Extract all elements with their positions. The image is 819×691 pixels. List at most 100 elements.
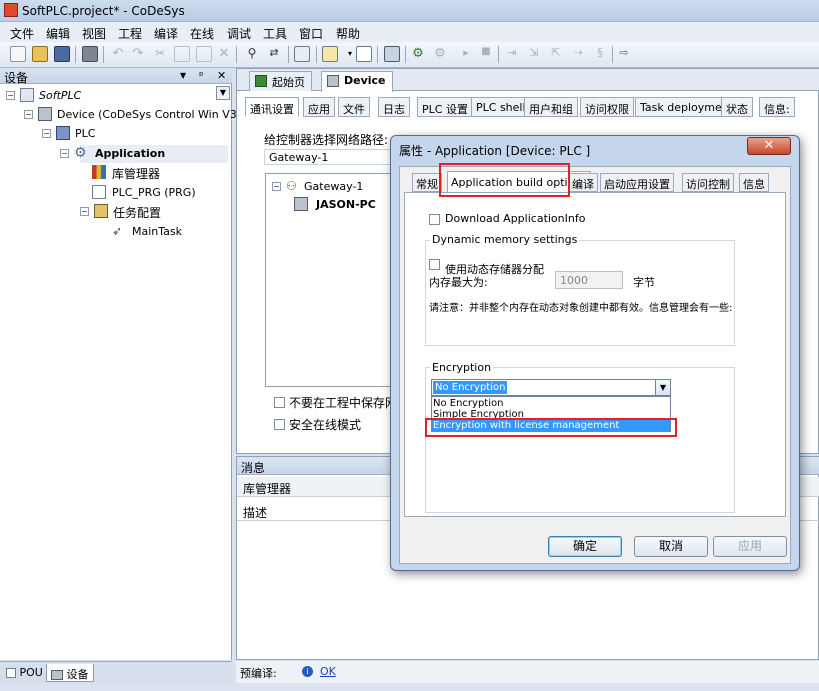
dialog-tab-access-control[interactable]: 访问控制 — [682, 173, 734, 192]
pane-close-icon[interactable]: ✕ — [217, 69, 226, 82]
dialog-tab-boot-settings[interactable]: 启动应用设置 — [600, 173, 674, 192]
tab-devices[interactable]: 设备 — [46, 664, 94, 682]
tree-item-device[interactable]: − Device (CoDeSys Control Win V3) — [24, 106, 241, 124]
collapse-icon[interactable]: − — [6, 91, 15, 100]
tree-item-plc-prg[interactable]: PLC_PRG (PRG) — [92, 184, 222, 202]
start-icon[interactable]: ▸ — [458, 46, 474, 62]
menu-project[interactable]: 工程 — [118, 25, 142, 42]
precompile-status-link[interactable]: OK — [320, 665, 336, 678]
replace-icon[interactable]: ⇄ — [266, 46, 282, 62]
tree-item-plc[interactable]: − PLC — [42, 125, 222, 143]
pin-icon[interactable]: ᵖ — [199, 69, 204, 82]
ok-button[interactable]: 确定 — [548, 536, 622, 557]
window-icon[interactable] — [294, 46, 310, 62]
menu-edit[interactable]: 编辑 — [46, 25, 70, 42]
annotation-box-license-encryption — [425, 418, 677, 437]
pou-icon — [6, 668, 16, 678]
info-icon: i — [302, 666, 313, 677]
safe-online-mode-checkbox[interactable] — [274, 419, 285, 430]
collapse-icon[interactable]: − — [272, 182, 281, 191]
menu-tools[interactable]: 工具 — [263, 25, 287, 42]
menu-window[interactable]: 窗口 — [299, 25, 323, 42]
tree-item-softplc[interactable]: − SoftPLC — [6, 87, 206, 105]
tab-device[interactable]: Device — [321, 71, 393, 92]
build-icon[interactable] — [384, 46, 400, 62]
redo-icon[interactable]: ↷ — [130, 46, 146, 62]
logout-icon[interactable]: ⚙ — [432, 46, 448, 62]
menu-view[interactable]: 视图 — [82, 25, 106, 42]
save-icon[interactable] — [54, 46, 70, 62]
subtab-access-rights[interactable]: 访问权限 — [580, 97, 634, 117]
pane-menu-chevron-icon[interactable]: ▼ — [180, 71, 186, 80]
tree-item-library-manager[interactable]: 库管理器 — [92, 164, 222, 182]
menu-online[interactable]: 在线 — [190, 25, 214, 42]
tab-start-page[interactable]: 起始页 — [249, 71, 312, 91]
apply-button[interactable]: 应用 — [713, 536, 787, 557]
dialog-tab-build[interactable]: 编译 — [568, 173, 598, 192]
find-icon[interactable]: ⚲ — [244, 46, 260, 62]
cut-icon[interactable]: ✂ — [152, 46, 168, 62]
subtab-log[interactable]: 日志 — [378, 97, 410, 117]
subtab-communication[interactable]: 通讯设置 — [245, 97, 299, 117]
collapse-icon[interactable]: − — [60, 149, 69, 158]
menu-debug[interactable]: 调试 — [227, 25, 251, 42]
dialog-close-button[interactable]: ✕ — [747, 137, 791, 155]
collapse-icon[interactable]: − — [80, 207, 89, 216]
menu-help[interactable]: 帮助 — [336, 25, 360, 42]
step-out-icon[interactable]: ⇱ — [548, 46, 564, 62]
step-over-icon[interactable]: ⇥ — [504, 46, 520, 62]
dialog-tab-general[interactable]: 常规 — [412, 173, 442, 192]
tree-item-maintask[interactable]: ➶ MainTask — [112, 223, 212, 241]
pane-dropdown-button[interactable]: ▼ — [216, 86, 230, 100]
gateway-field[interactable]: Gateway-1 — [264, 149, 394, 165]
subtab-users-groups[interactable]: 用户和组 — [524, 97, 578, 117]
navigate-icon[interactable]: ⇨ — [616, 46, 632, 62]
copy-icon[interactable] — [174, 46, 190, 62]
editor-tabs: 起始页 Device — [237, 69, 819, 92]
tree-item-application[interactable]: − ⚙ Application — [60, 145, 228, 163]
new-file-icon[interactable] — [10, 46, 26, 62]
tab-pou[interactable]: POU — [2, 664, 47, 682]
collapse-icon[interactable]: − — [24, 110, 33, 119]
properties-icon[interactable] — [356, 46, 372, 62]
chevron-down-icon[interactable]: ▼ — [655, 380, 670, 395]
max-memory-unit: 字节 — [633, 276, 655, 289]
run-to-cursor-icon[interactable]: ⇢ — [570, 46, 586, 62]
dialog-tab-info[interactable]: 信息 — [739, 173, 769, 192]
download-appinfo-checkbox[interactable] — [429, 214, 440, 225]
add-object-icon[interactable] — [322, 46, 338, 62]
subtab-status[interactable]: 状态 — [721, 97, 753, 117]
subtab-files[interactable]: 文件 — [338, 97, 370, 117]
breakpoint-icon[interactable]: § — [592, 46, 608, 62]
dont-save-network-checkbox[interactable] — [274, 397, 285, 408]
paste-icon[interactable] — [196, 46, 212, 62]
devices-pane-title: 设备 — [4, 71, 29, 85]
network-tree: − ⚇ Gateway-1 JASON-PC — [265, 173, 395, 387]
window-title: SoftPLC.project* - CoDeSys — [22, 4, 185, 18]
menu-file[interactable]: 文件 — [10, 25, 34, 42]
net-item-gateway[interactable]: − ⚇ Gateway-1 — [272, 178, 392, 196]
subtab-plc-shell[interactable]: PLC shell — [471, 97, 531, 117]
subtab-plc-settings[interactable]: PLC 设置 — [417, 97, 473, 117]
application-gear-icon: ⚙ — [74, 145, 87, 161]
delete-icon[interactable]: ✕ — [216, 46, 232, 62]
cancel-button[interactable]: 取消 — [634, 536, 708, 557]
menu-build[interactable]: 编译 — [154, 25, 178, 42]
tree-item-task-config[interactable]: − 任务配置 — [80, 203, 220, 221]
use-dynamic-memory-checkbox[interactable] — [429, 259, 440, 270]
step-into-icon[interactable]: ⇲ — [526, 46, 542, 62]
undo-icon[interactable]: ↶ — [110, 46, 126, 62]
open-folder-icon[interactable] — [32, 46, 48, 62]
dialog-body: 常规 Application build options 编译 启动应用设置 访… — [399, 166, 791, 564]
stop-icon[interactable]: ■ — [478, 46, 494, 62]
subtab-application[interactable]: 应用 — [303, 97, 335, 117]
print-icon[interactable] — [82, 46, 98, 62]
subtab-info[interactable]: 信息: — [759, 97, 795, 117]
login-icon[interactable]: ⚙ — [410, 46, 426, 62]
device-tab-icon — [327, 75, 339, 87]
collapse-icon[interactable]: − — [42, 129, 51, 138]
library-manager-icon — [92, 165, 106, 179]
encryption-select[interactable]: No Encryption ▼ — [431, 379, 671, 396]
max-memory-input[interactable]: 1000 — [555, 271, 623, 289]
net-item-jason-pc[interactable]: JASON-PC — [294, 196, 394, 214]
